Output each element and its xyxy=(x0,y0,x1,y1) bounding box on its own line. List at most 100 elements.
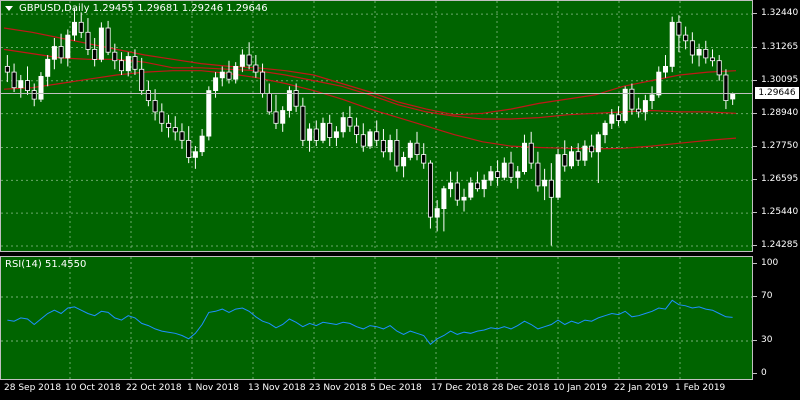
candlestick-chart xyxy=(1,1,752,251)
chevron-down-icon[interactable] xyxy=(5,6,13,11)
bullish-candle xyxy=(582,145,588,161)
current-price-badge: 1.29646 xyxy=(755,86,799,99)
bearish-candle xyxy=(313,128,319,141)
bearish-candle xyxy=(273,111,279,124)
rsi-tick-mark xyxy=(753,296,757,297)
bearish-candle xyxy=(92,49,98,60)
bullish-candle xyxy=(65,34,71,59)
bearish-candle xyxy=(166,122,172,129)
chart-window[interactable]: GBPUSD,Daily 1.29455 1.29681 1.29246 1.2… xyxy=(0,0,800,400)
date-tick-label: 23 Nov 2018 xyxy=(309,383,367,393)
bullish-candle xyxy=(730,93,736,100)
price-tick-mark xyxy=(753,112,757,114)
bearish-candle xyxy=(508,162,514,178)
bearish-candle xyxy=(78,21,84,33)
date-tick-label: 10 Jan 2019 xyxy=(553,383,607,393)
bearish-candle xyxy=(495,171,501,178)
bearish-candle xyxy=(139,68,145,92)
bearish-candle xyxy=(105,27,111,53)
time-axis[interactable]: 28 Sep 2018 10 Oct 2018 22 Oct 2018 1 Nov 2… xyxy=(0,380,800,400)
bullish-candle xyxy=(233,66,239,80)
bearish-candle xyxy=(4,66,10,73)
bullish-candle xyxy=(38,76,44,100)
bearish-candle xyxy=(548,179,554,198)
bullish-candle xyxy=(448,182,454,190)
bearish-candle xyxy=(421,154,427,164)
rsi-tick-label: 70 xyxy=(761,291,773,301)
price-tick-mark xyxy=(753,179,757,181)
bearish-candle xyxy=(112,51,118,62)
bullish-candle xyxy=(595,134,601,153)
bullish-candle xyxy=(481,179,487,190)
bearish-candle xyxy=(58,46,64,59)
bullish-candle xyxy=(307,128,313,141)
bullish-candle xyxy=(488,171,494,181)
bullish-candle xyxy=(206,90,212,137)
bearish-candle xyxy=(535,162,541,187)
rsi-title: RSI(14) 51.4550 xyxy=(5,259,87,270)
bearish-candle xyxy=(703,49,709,59)
rsi-tick-label: 0 xyxy=(761,368,767,378)
bearish-candle xyxy=(394,139,400,167)
rsi-tick-label: 100 xyxy=(761,258,779,268)
bullish-candle xyxy=(461,196,467,201)
date-tick-label: 13 Nov 2018 xyxy=(248,383,306,393)
bullish-candle xyxy=(696,49,702,56)
bullish-candle xyxy=(239,54,245,67)
bullish-candle xyxy=(333,131,339,138)
bearish-candle xyxy=(293,90,299,107)
rsi-indicator-pane[interactable]: RSI(14) 51.4550 xyxy=(0,256,753,380)
date-tick-label: 1 Nov 2018 xyxy=(187,383,239,393)
bearish-candle xyxy=(380,139,386,153)
bullish-candle xyxy=(649,94,655,102)
bearish-candle xyxy=(152,100,158,113)
price-tick-label: 1.27750 xyxy=(761,141,799,152)
bullish-candle xyxy=(51,46,57,60)
rsi-line xyxy=(7,299,733,346)
bearish-candle xyxy=(454,182,460,201)
bearish-candle xyxy=(629,88,635,110)
price-tick-label: 1.26595 xyxy=(761,174,799,185)
bearish-candle xyxy=(119,60,125,72)
price-chart-pane[interactable]: GBPUSD,Daily 1.29455 1.29681 1.29246 1.2… xyxy=(0,0,753,252)
bearish-candle xyxy=(689,40,695,56)
bullish-candle xyxy=(669,21,675,67)
bullish-candle xyxy=(468,182,474,198)
symbol-title-text: GBPUSD,Daily 1.29455 1.29681 1.29246 1.2… xyxy=(19,3,268,14)
price-tick-mark xyxy=(753,245,757,247)
bearish-candle xyxy=(172,127,178,133)
price-axis[interactable]: 1.32440 1.31265 1.30095 1.28940 1.27750 1.265… xyxy=(753,0,800,252)
bullish-candle xyxy=(125,56,131,72)
date-tick-label: 28 Dec 2018 xyxy=(492,383,550,393)
bearish-candle xyxy=(226,71,232,80)
bearish-candle xyxy=(11,71,17,89)
bullish-candle xyxy=(407,142,413,158)
bullish-candle xyxy=(501,162,507,178)
bearish-candle xyxy=(132,56,138,70)
bullish-candle xyxy=(280,110,286,124)
bearish-candle xyxy=(159,111,165,124)
rsi-tick-mark xyxy=(753,340,757,341)
bearish-candle xyxy=(528,142,534,164)
bearish-candle xyxy=(414,142,420,155)
bearish-candle xyxy=(360,134,366,147)
bullish-candle xyxy=(213,77,219,92)
date-tick-label: 22 Oct 2018 xyxy=(126,383,182,393)
bullish-candle xyxy=(663,66,669,73)
bullish-candle xyxy=(192,151,198,158)
price-tick-mark xyxy=(753,13,757,15)
bearish-candle xyxy=(374,131,380,141)
rsi-axis[interactable]: 100 70 30 0 xyxy=(753,256,800,380)
bearish-candle xyxy=(636,108,642,113)
price-tick-label: 1.32440 xyxy=(761,8,799,19)
bullish-candle xyxy=(569,151,575,167)
bullish-candle xyxy=(199,135,205,153)
bearish-candle xyxy=(266,93,272,113)
bearish-candle xyxy=(260,71,266,94)
price-tick-label: 1.28940 xyxy=(761,107,799,118)
bearish-candle xyxy=(683,34,689,42)
bearish-candle xyxy=(31,90,37,100)
bullish-candle xyxy=(434,208,440,218)
bullish-candle xyxy=(522,142,528,172)
bullish-candle xyxy=(320,122,326,141)
